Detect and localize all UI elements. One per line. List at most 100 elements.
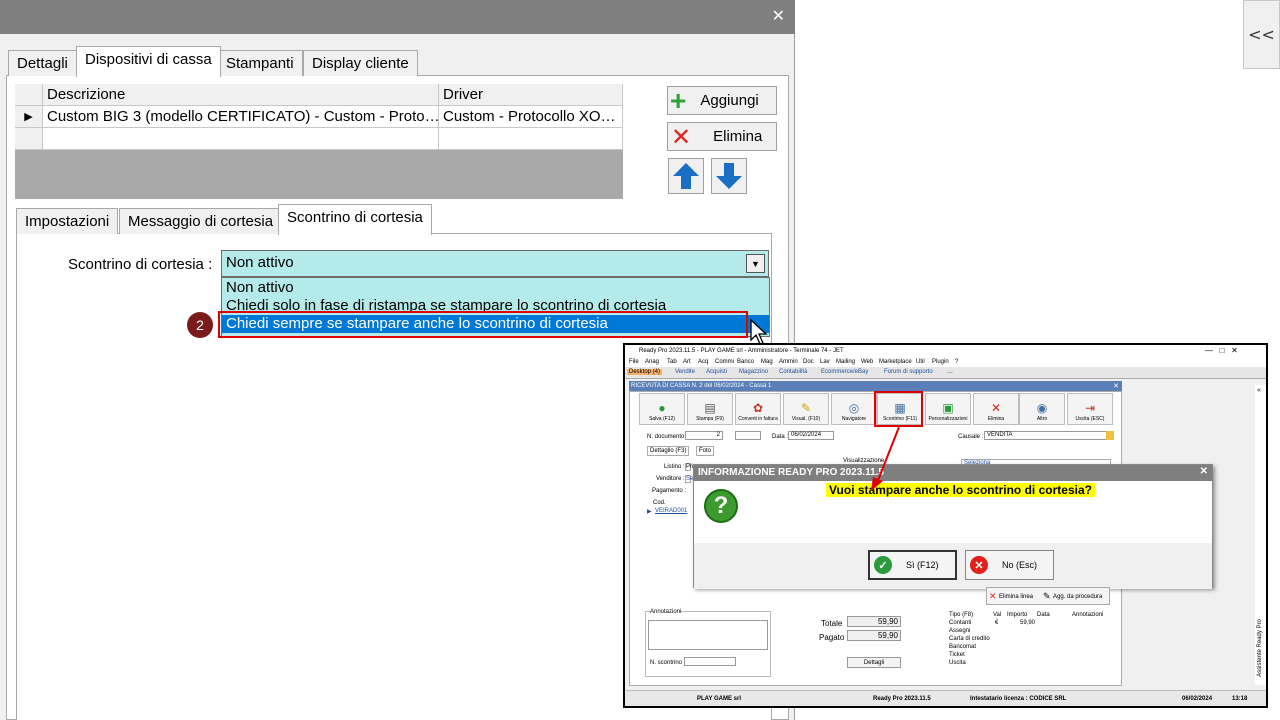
tab-impostazioni[interactable]: Impostazioni	[16, 208, 119, 234]
document-title: RICEVUTA DI CASSA N. 2 del 06/02/2024 - …	[631, 383, 772, 389]
ndoc-input[interactable]: 2	[685, 431, 723, 440]
document-close-icon[interactable]: ✕	[1113, 382, 1119, 390]
menu-marketplace[interactable]: Marketplace	[879, 359, 912, 365]
tab-forum[interactable]: Forum di supporto	[884, 369, 933, 375]
move-up-button[interactable]	[668, 158, 704, 194]
pay-row[interactable]: Uscita	[949, 660, 966, 666]
tab-acquisti[interactable]: Acquisti	[706, 369, 727, 375]
status-time: 13:18	[1232, 696, 1248, 702]
cell-driver[interactable]: Custom - Protocollo XO…	[439, 106, 623, 128]
annotazioni-input[interactable]	[648, 620, 768, 650]
cell-empty[interactable]	[439, 128, 623, 150]
arrow-up-icon	[673, 163, 699, 189]
delete-button[interactable]: ✕ Elimina	[667, 122, 777, 151]
toolbar-elimina[interactable]: ✕ Elimina	[973, 393, 1019, 425]
status-license: Intestatario licenza : CODICE SRL	[970, 696, 1067, 702]
menu-banco[interactable]: Banco	[737, 359, 754, 365]
delete-button-label: Elimina	[713, 128, 763, 145]
menu-doc[interactable]: Doc	[803, 359, 814, 365]
sidebar-collapse-icon[interactable]: «	[1257, 387, 1261, 394]
causale-input[interactable]: VENDITA	[984, 431, 1112, 440]
pay-row[interactable]: Bancomat	[949, 644, 976, 650]
add-button[interactable]: + Aggiungi	[667, 86, 777, 115]
table-row-empty[interactable]	[15, 128, 623, 150]
dialog-close-icon[interactable]: ✕	[1200, 466, 1208, 477]
tab-contabilita[interactable]: Contabilità	[779, 369, 807, 375]
cod-value[interactable]: VEIRAD001	[655, 508, 687, 514]
nscontrino-input[interactable]	[684, 657, 736, 666]
col-driver[interactable]: Driver	[439, 84, 623, 106]
toolbar-altro[interactable]: ◉ Altro	[1019, 393, 1065, 425]
toolbar-stampa[interactable]: ▤ Stampa (F9)	[687, 393, 733, 425]
pay-row[interactable]: Carta di credito	[949, 636, 990, 642]
assistant-sidebar: « Assistente Ready Pro	[1255, 385, 1266, 685]
menu-plugin[interactable]: Plugin	[932, 359, 949, 365]
pay-row[interactable]: Ticket	[949, 652, 965, 658]
toolbar-salva[interactable]: ● Salva (F12)	[639, 393, 685, 425]
move-down-button[interactable]	[711, 158, 747, 194]
folder-icon[interactable]	[1106, 431, 1114, 440]
close-icon[interactable]: ✕	[772, 6, 785, 25]
menu-web[interactable]: Web	[861, 359, 873, 365]
table-row[interactable]: ▶ Custom BIG 3 (modello CERTIFICATO) - C…	[15, 106, 623, 128]
arrow-annotation-icon	[871, 426, 900, 491]
menu-commi[interactable]: Commi	[715, 359, 734, 365]
menu-tab[interactable]: Tab	[667, 359, 677, 365]
listino-input[interactable]: Pri	[685, 463, 693, 471]
menu-acq[interactable]: Acq	[698, 359, 708, 365]
toolbar-uscita[interactable]: ⇥ Uscita (ESC)	[1067, 393, 1113, 425]
menu-anag[interactable]: Anag	[645, 359, 659, 365]
dettagli-button[interactable]: Dettagli	[847, 657, 901, 668]
tab-vendite[interactable]: Vendite	[675, 369, 695, 375]
row-selector-icon: ▶	[15, 106, 43, 128]
scontrino-cortesia-select[interactable]: Non attivo ▼	[221, 250, 769, 277]
toolbar-label: Converti in fattura	[738, 416, 778, 422]
collapse-panel-button[interactable]: <<	[1243, 0, 1280, 69]
window-controls-icon[interactable]: — □ ✕	[1205, 346, 1238, 355]
menu-lav[interactable]: Lav	[820, 359, 830, 365]
toolbar-visual[interactable]: ✎ Visual. (F10)	[783, 393, 829, 425]
data-input[interactable]: 06/02/2024	[788, 431, 834, 440]
tab-ecommerce[interactable]: Ecommerce/eBay	[821, 369, 868, 375]
mouse-cursor-icon	[750, 318, 768, 345]
menu-art[interactable]: Art	[683, 359, 691, 365]
data-label: Data :	[772, 434, 789, 440]
elimina-linea-button[interactable]: Elimina linea	[999, 594, 1033, 600]
tab-dettagli[interactable]: Dettagli	[8, 50, 77, 76]
pay-header: Tipo (F8)	[949, 612, 974, 618]
col-descrizione[interactable]: Descrizione	[43, 84, 439, 106]
pay-row[interactable]: Assegni	[949, 628, 970, 634]
cell-empty[interactable]	[43, 128, 439, 150]
cell-descrizione[interactable]: Custom BIG 3 (modello CERTIFICATO) - Cus…	[43, 106, 439, 128]
menu-mag[interactable]: Mag	[761, 359, 773, 365]
compass-icon: ◎	[848, 401, 860, 415]
tab-magazzino[interactable]: Magazzino	[739, 369, 768, 375]
tab-stampanti[interactable]: Stampanti	[217, 50, 303, 76]
subtab-dettaglio[interactable]: Dettaglio (F3)	[647, 446, 690, 456]
menu-help[interactable]: ?	[955, 359, 958, 365]
ndoc-suffix-select[interactable]	[735, 431, 761, 440]
yes-button[interactable]: ✓ Sì (F12)	[868, 550, 957, 580]
highlight-box	[874, 391, 923, 427]
chevron-down-icon[interactable]: ▼	[746, 254, 765, 273]
no-button[interactable]: ✕ No (Esc)	[965, 550, 1054, 580]
pay-row[interactable]: Contanti	[949, 620, 971, 626]
tab-dispositivi-di-cassa[interactable]: Dispositivi di cassa	[76, 46, 221, 77]
toolbar-navigatore[interactable]: ◎ Navigatore	[831, 393, 877, 425]
menu-file[interactable]: File	[629, 359, 639, 365]
agg-procedura-button[interactable]: Agg. da procedura	[1053, 594, 1102, 600]
tab-more[interactable]: …	[947, 369, 953, 375]
toolbar-personalizzazioni[interactable]: ▣ Personalizzazioni	[925, 393, 971, 425]
menu-ammin[interactable]: Ammin	[779, 359, 798, 365]
tab-scontrino-di-cortesia[interactable]: Scontrino di cortesia	[278, 204, 432, 235]
menu-mailing[interactable]: Mailing	[836, 359, 855, 365]
subtab-foto[interactable]: Foto	[696, 446, 715, 456]
tab-messaggio-di-cortesia[interactable]: Messaggio di cortesia	[119, 208, 283, 234]
pay-amount[interactable]: 59,90	[1020, 620, 1035, 626]
tab-display-cliente[interactable]: Display cliente	[303, 50, 418, 76]
tab-desktop[interactable]: Desktop (4)	[627, 369, 663, 375]
venditore-input[interactable]: Se	[685, 475, 693, 483]
menu-util[interactable]: Util	[916, 359, 925, 365]
option-non-attivo[interactable]: Non attivo	[222, 279, 769, 297]
toolbar-converti[interactable]: ✿ Converti in fattura	[735, 393, 781, 425]
